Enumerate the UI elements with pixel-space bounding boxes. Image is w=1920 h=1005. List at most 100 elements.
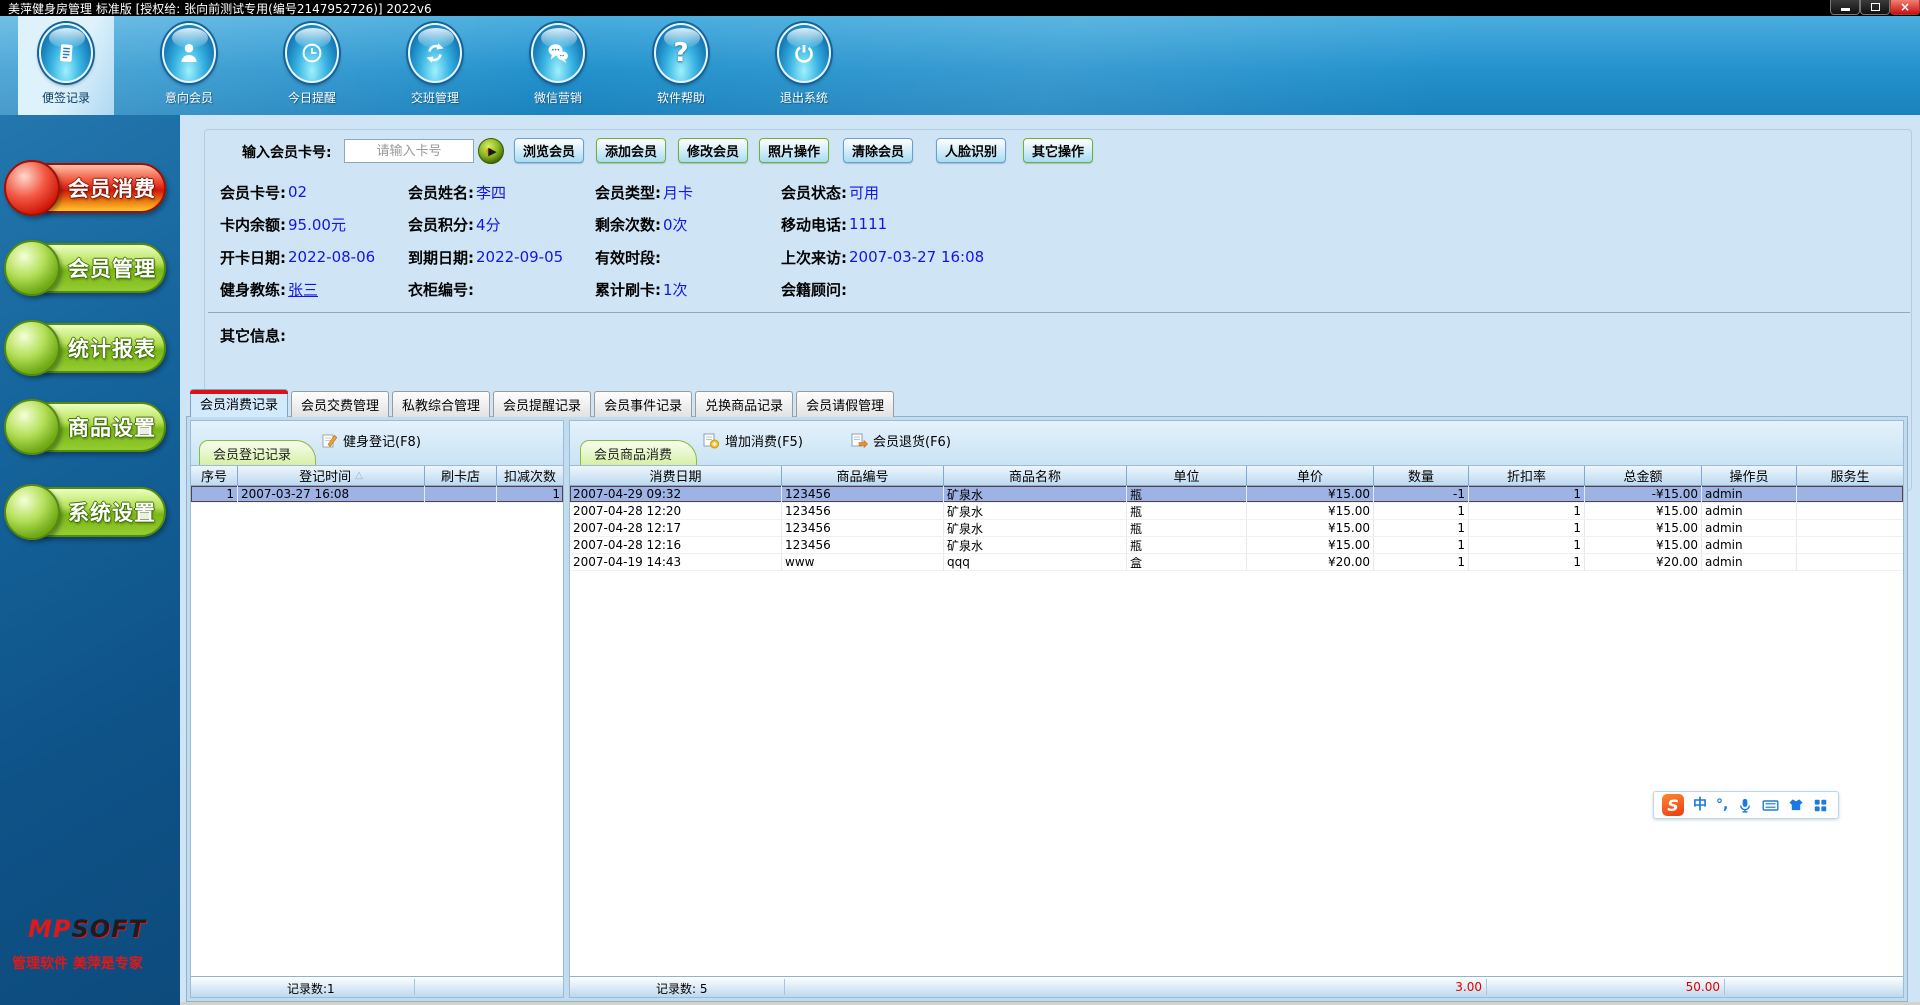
toolbar-item-notes[interactable]: 便签记录	[18, 16, 114, 115]
toolbar-item-label: 软件帮助	[656, 91, 705, 105]
cell-消费日期: 2007-04-28 12:17	[570, 520, 782, 536]
cell-操作员: admin	[1702, 554, 1797, 570]
column-header[interactable]: 总金额	[1585, 466, 1702, 485]
cell-数量: 1	[1374, 503, 1469, 519]
cell-折扣率: 1	[1469, 520, 1585, 536]
sidebar-item-member-management[interactable]: 会员管理	[4, 240, 166, 296]
cell-商品名称: qqq	[944, 554, 1127, 570]
cell-操作员: admin	[1702, 503, 1797, 519]
tab-reminder-records[interactable]: 会员提醒记录	[493, 391, 592, 417]
clear-member-button[interactable]: 清除会员	[843, 138, 913, 163]
toolbox-grid-icon[interactable]	[1813, 798, 1828, 813]
sidebar-item-system-settings[interactable]: 系统设置	[4, 484, 166, 540]
tab-private-coach[interactable]: 私教综合管理	[392, 391, 491, 417]
close-button[interactable]: ×	[1890, 0, 1920, 15]
browse-member-button[interactable]: 浏览会员	[514, 138, 584, 163]
toolbar-item-intent-members[interactable]: 意向会员	[141, 16, 237, 115]
toolbar-item-shift-management[interactable]: 交班管理	[387, 16, 483, 115]
microphone-icon[interactable]	[1737, 797, 1753, 814]
sidebar-item-product-settings[interactable]: 商品设置	[4, 399, 166, 455]
column-header[interactable]: 单价	[1247, 466, 1374, 485]
toolbar-item-label: 今日提醒	[287, 91, 336, 105]
column-header[interactable]: 服务生	[1797, 466, 1903, 485]
skin-shirt-icon[interactable]	[1788, 797, 1804, 813]
column-header[interactable]: 消费日期	[570, 466, 782, 485]
face-recognition-button[interactable]: 人脸识别	[936, 138, 1006, 163]
table-row[interactable]: 2007-04-28 12:20 123456 矿泉水 瓶 ¥15.00 1 1…	[570, 503, 1903, 520]
logo-mp-text: MP	[28, 915, 72, 943]
checkin-tab[interactable]: 会员登记记录	[199, 440, 317, 465]
column-header[interactable]: 扣减次数	[497, 466, 563, 485]
tab-payment-management[interactable]: 会员交费管理	[291, 391, 390, 417]
toolbar-item-exit-system[interactable]: 退出系统	[756, 16, 852, 115]
power-icon	[777, 23, 831, 83]
column-header-sortable[interactable]: 登记时间 △	[238, 466, 425, 485]
card-number-input[interactable]	[344, 139, 474, 163]
column-header[interactable]: 单位	[1127, 466, 1247, 485]
tab-leave-management[interactable]: 会员请假管理	[796, 391, 895, 417]
cell-操作员: admin	[1702, 520, 1797, 536]
column-header[interactable]: 操作员	[1702, 466, 1797, 485]
coach-link[interactable]: 张三	[288, 279, 318, 300]
column-header[interactable]: 刷卡店	[425, 466, 497, 485]
cell-折扣率: 1	[1469, 537, 1585, 553]
field-label: 开卡日期:	[220, 248, 286, 267]
table-row[interactable]: 1 2007-03-27 16:08 1	[191, 486, 563, 503]
field-label: 会员类型:	[595, 183, 661, 202]
member-return-button[interactable]: 会员退货(F6)	[850, 430, 951, 450]
table-row[interactable]: 2007-04-29 09:32 123456 矿泉水 瓶 ¥15.00 -1 …	[570, 486, 1903, 503]
chinese-mode-icon[interactable]: 中	[1693, 798, 1707, 812]
tab-exchange-records[interactable]: 兑换商品记录	[695, 391, 794, 417]
photo-operations-button[interactable]: 照片操作	[759, 138, 829, 163]
consumption-tab[interactable]: 会员商品消费	[580, 440, 698, 465]
sogou-logo-icon[interactable]: S	[1662, 794, 1684, 816]
table-row[interactable]: 2007-04-19 14:43 www qqq 盒 ¥20.00 1 1 ¥2…	[570, 554, 1903, 571]
other-operations-button[interactable]: 其它操作	[1023, 138, 1093, 163]
sidebar-item-member-consume[interactable]: 会员消费	[4, 160, 166, 216]
wechat-chat-icon	[531, 23, 585, 83]
soft-keyboard-icon[interactable]	[1762, 797, 1779, 814]
column-header[interactable]: 商品名称	[944, 466, 1127, 485]
cell-单位: 瓶	[1127, 537, 1247, 553]
sidebar-item-statistics-reports[interactable]: 统计报表	[4, 320, 166, 376]
gym-checkin-button[interactable]: 健身登记(F8)	[321, 430, 421, 450]
punctuation-icon[interactable]: °,	[1716, 798, 1728, 812]
consumption-panel: 会员商品消费 增加消费(F5) 会员退货(F6) 消费日期 商品编号 商品名称 …	[569, 420, 1904, 998]
minimize-button[interactable]	[1830, 0, 1860, 15]
field-label: 累计刷卡:	[595, 280, 661, 299]
field-remaining-times: 剩余次数: 0次	[595, 212, 688, 236]
column-header[interactable]: 数量	[1374, 466, 1469, 485]
field-label: 会员积分:	[408, 215, 474, 234]
person-icon	[162, 23, 216, 83]
column-header[interactable]: 序号	[191, 466, 238, 485]
card-lookup-row: 输入会员卡号: ▶ 浏览会员 添加会员 修改会员 照片操作 清除会员 人脸识别 …	[180, 138, 1920, 164]
tab-event-records[interactable]: 会员事件记录	[594, 391, 693, 417]
sidebar-item-label: 统计报表	[68, 337, 156, 361]
clock-icon	[285, 23, 339, 83]
column-header[interactable]: 折扣率	[1469, 466, 1585, 485]
sort-triangle-icon: △	[355, 470, 363, 481]
field-fitness-coach: 健身教练: 张三	[220, 277, 318, 301]
logo-soft-text: SOFT	[71, 915, 146, 943]
maximize-button[interactable]	[1860, 0, 1890, 15]
status-divider	[1486, 979, 1487, 995]
cell-服务生	[1797, 520, 1903, 536]
record-tabstrip: 会员消费记录 会员交费管理 私教综合管理 会员提醒记录 会员事件记录 兑换商品记…	[190, 389, 897, 417]
consumption-status-bar: 记录数: 5 3.00 50.00	[570, 976, 1903, 997]
add-member-button[interactable]: 添加会员	[596, 138, 666, 163]
field-value: 95.00元	[288, 215, 346, 234]
lookup-go-button[interactable]: ▶	[478, 138, 504, 164]
toolbar-item-today-reminders[interactable]: 今日提醒	[264, 16, 360, 115]
tab-consume-records[interactable]: 会员消费记录	[190, 389, 289, 417]
table-row[interactable]: 2007-04-28 12:16 123456 矿泉水 瓶 ¥15.00 1 1…	[570, 537, 1903, 554]
toolbar-item-wechat-marketing[interactable]: 微信营销	[510, 16, 606, 115]
add-consumption-button[interactable]: 增加消费(F5)	[702, 430, 803, 450]
column-header[interactable]: 商品编号	[782, 466, 944, 485]
cell-总金额: ¥15.00	[1585, 537, 1702, 553]
cell-数量: -1	[1374, 486, 1469, 502]
cell-消费日期: 2007-04-29 09:32	[570, 486, 782, 502]
edit-member-button[interactable]: 修改会员	[678, 138, 748, 163]
field-value: 2022-09-05	[476, 248, 564, 266]
toolbar-item-software-help[interactable]: ? 软件帮助	[633, 16, 729, 115]
table-row[interactable]: 2007-04-28 12:17 123456 矿泉水 瓶 ¥15.00 1 1…	[570, 520, 1903, 537]
